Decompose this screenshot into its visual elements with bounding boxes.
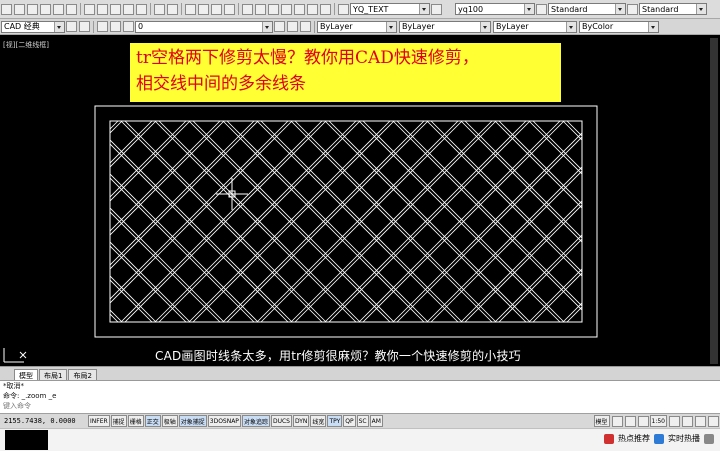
hatch-line: [528, 268, 582, 322]
status-toggle-otrack[interactable]: 对象追踪: [241, 415, 270, 427]
hatch-line: [631, 121, 720, 322]
status-toggle-snap[interactable]: 捕捉: [110, 415, 127, 427]
redaction-block: [5, 430, 48, 450]
workspace-switch-icon[interactable]: [682, 415, 693, 427]
hatch-line: [562, 121, 582, 141]
hatch-line: [528, 121, 582, 175]
hatch-line: [110, 275, 157, 322]
hatch-line: [631, 121, 720, 322]
model-space-button[interactable]: 模型: [593, 415, 610, 427]
live-tv-icon[interactable]: [654, 433, 664, 444]
hatch-line: [601, 121, 720, 322]
command-input-prompt[interactable]: 键入命令: [3, 401, 720, 411]
hatch-line: [0, 121, 54, 322]
hatch-line: [0, 121, 84, 322]
status-toggle-ortho[interactable]: 正交: [144, 415, 161, 427]
status-toggle-tpy[interactable]: TPY: [327, 415, 343, 427]
hatch-line: [566, 121, 582, 137]
annotation-scale-icon[interactable]: [637, 415, 649, 427]
command-window[interactable]: *取消* 命令: _.zoom _e 键入命令: [0, 380, 720, 413]
hatch-line: [110, 121, 123, 134]
hatch-line: [601, 121, 720, 322]
tray-item-hot[interactable]: 热点推荐: [618, 433, 650, 444]
title-banner: tr空格两下修剪太慢？教你用CAD快速修剪， 相交线中间的多余线条: [130, 43, 561, 102]
ucs-icon: [3, 348, 27, 363]
coordinate-readout: 2155.7438, 0.0000: [4, 417, 76, 425]
status-bar: 2155.7438, 0.0000 INFER 捕捉 栅格 正交 极轴 对象捕捉…: [0, 413, 720, 428]
status-toggle-osnap[interactable]: 对象捕捉: [178, 415, 207, 427]
hatch-line: [566, 306, 582, 322]
diamond-hatch-pattern: [0, 121, 720, 322]
system-tray: 热点推荐 实时热播: [604, 433, 714, 444]
hatch-line: [110, 309, 123, 322]
status-toggle-3dosnap[interactable]: 3DOSNAP: [207, 415, 241, 427]
status-toggle-am[interactable]: AM: [369, 415, 383, 427]
hatch-line: [110, 313, 119, 322]
annotation-scale-select[interactable]: 1:50: [649, 415, 667, 427]
banner-line-1: tr空格两下修剪太慢？教你用CAD快速修剪，: [136, 48, 479, 68]
hatch-line: [635, 121, 720, 322]
lock-icon[interactable]: [695, 415, 706, 427]
status-toggle-infer[interactable]: INFER: [88, 415, 110, 427]
status-toggle-qp[interactable]: QP: [343, 415, 356, 427]
hatch-line: [0, 121, 88, 322]
tray-item-live[interactable]: 实时热播: [668, 433, 700, 444]
hatch-line: [0, 121, 50, 322]
menu-icon[interactable]: [704, 433, 714, 444]
quick-view-drawings-icon[interactable]: [624, 415, 636, 427]
status-toggle-ducs[interactable]: DUCS: [270, 415, 292, 427]
hot-news-icon[interactable]: [604, 433, 614, 444]
status-toggle-dyn[interactable]: DYN: [292, 415, 310, 427]
status-toggle-grid[interactable]: 栅格: [127, 415, 144, 427]
vertical-scrollbar[interactable]: [710, 38, 718, 364]
clean-screen-icon[interactable]: [708, 415, 719, 427]
hatch-line: [110, 279, 153, 322]
hatch-line: [562, 302, 582, 322]
hatch-line: [597, 121, 720, 322]
command-history-line: *取消*: [3, 382, 24, 390]
quick-view-layouts-icon[interactable]: [611, 415, 623, 427]
hatch-line: [110, 121, 157, 168]
hatch-line: [110, 121, 153, 164]
annotation-visibility-icon[interactable]: [669, 415, 680, 427]
hatch-line: [110, 121, 119, 130]
video-caption: CAD画图时线条太多，用tr修剪很麻烦？教你一个快速修剪的小技巧: [155, 349, 521, 363]
inner-frame: [109, 120, 583, 323]
hatch-line: [110, 121, 187, 198]
hatch-line: [110, 245, 187, 322]
status-toggle-lineweight[interactable]: 线宽: [310, 415, 327, 427]
status-toggle-polar[interactable]: 极轴: [161, 415, 178, 427]
hatch-line: [0, 121, 84, 322]
hatch-line: [597, 121, 720, 322]
layout-tabs: 模型 布局1 布局2: [0, 366, 720, 381]
banner-line-2: 相交线中间的多余线条: [136, 74, 306, 94]
hatch-line: [635, 121, 720, 322]
hatch-line: [0, 121, 50, 322]
hatch-line: [0, 121, 88, 322]
status-toggle-sc[interactable]: SC: [356, 415, 369, 427]
hatch-line: [0, 121, 54, 322]
command-history-line: 命令: _.zoom _e: [3, 392, 57, 400]
